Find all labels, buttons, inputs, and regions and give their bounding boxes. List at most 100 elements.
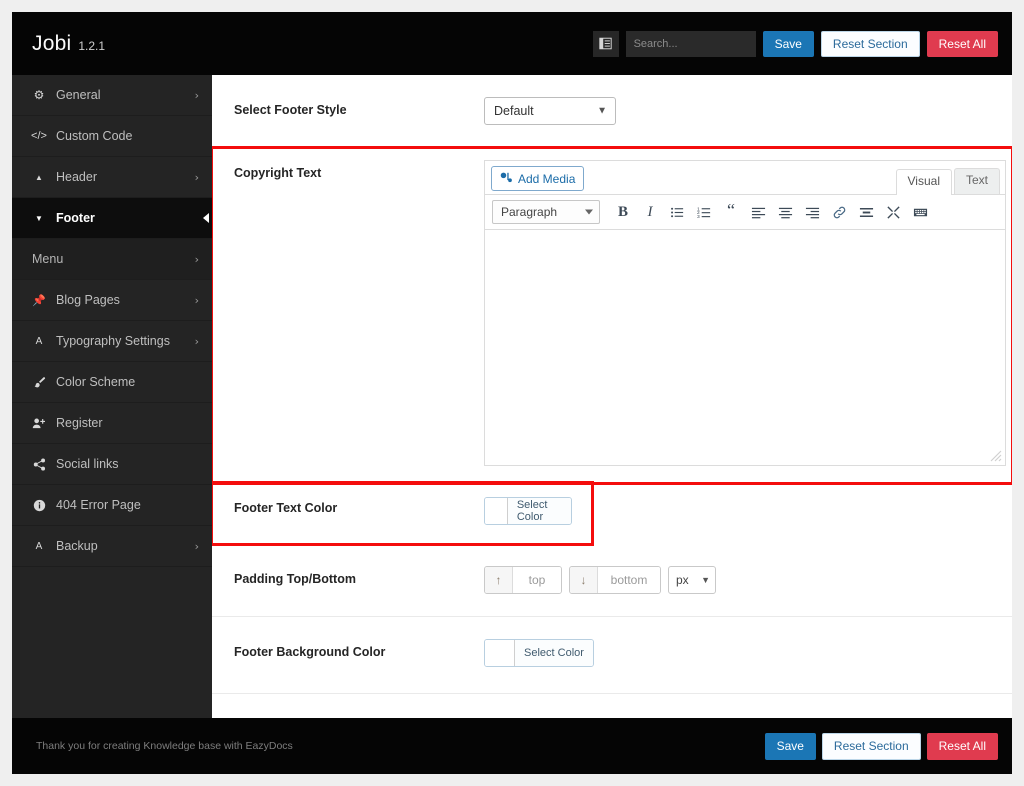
- paragraph-format-wrap: Paragraph: [492, 200, 600, 224]
- search-input[interactable]: [625, 30, 756, 57]
- media-icon: [500, 171, 513, 187]
- collapse-sidebar-icon[interactable]: [592, 30, 619, 57]
- share-icon: [32, 457, 46, 471]
- sidebar-item-label: Footer: [56, 211, 95, 225]
- text-a-icon: A: [35, 335, 43, 347]
- select-color-label: Select Color: [507, 498, 571, 524]
- link-icon[interactable]: [827, 200, 851, 224]
- field-control: ↑ ↓ px ▼: [484, 566, 992, 594]
- pin-icon: 📌: [32, 294, 46, 307]
- sidebar-item-label: Header: [56, 170, 97, 184]
- padding-bottom-input[interactable]: [598, 567, 660, 593]
- sidebar-item-label: Menu: [32, 252, 64, 266]
- field-label: Footer Text Color: [234, 501, 338, 515]
- sidebar-item-label: General: [56, 88, 101, 102]
- color-swatch: [485, 498, 508, 524]
- arrow-down-icon: ↓: [570, 567, 598, 593]
- sidebar-item-label: 404 Error Page: [56, 498, 141, 512]
- sidebar-item-label: Backup: [56, 539, 98, 553]
- reset-all-button[interactable]: Reset All: [926, 30, 998, 57]
- text-a-icon: A: [35, 540, 43, 552]
- field-control: Add Media Visual Text Paragraph B I 1 2 …: [484, 160, 1006, 466]
- resize-grip-icon[interactable]: [990, 450, 1002, 462]
- tab-text[interactable]: Text: [953, 168, 1000, 194]
- fullscreen-icon[interactable]: [881, 200, 905, 224]
- chevron-right-icon: ›: [194, 334, 199, 348]
- padding-top-input[interactable]: [513, 567, 561, 593]
- sidebar-item-label: Blog Pages: [56, 293, 120, 307]
- sidebar-item-label: Color Scheme: [56, 375, 136, 389]
- align-right-icon[interactable]: [800, 200, 824, 224]
- padding-unit-select[interactable]: px: [668, 566, 716, 594]
- sidebar-item-custom-code[interactable]: </> Custom Code: [12, 116, 212, 157]
- panel-header: Jobi 1.2.1 Save Reset Section Res: [12, 12, 1012, 75]
- read-more-icon[interactable]: [854, 200, 878, 224]
- color-swatch: [485, 640, 515, 666]
- panel-body: ⚙ General › </> Custom Code ▲ Header › ▼…: [12, 75, 1012, 718]
- caret-up-icon: ▲: [35, 172, 43, 182]
- field-label: Footer Background Color: [234, 645, 386, 659]
- tab-visual[interactable]: Visual: [895, 169, 952, 195]
- footer-text-color-picker[interactable]: Select Color: [484, 497, 572, 525]
- arrow-up-icon: ↑: [485, 567, 513, 593]
- field-footer-text-color: Footer Text Color Select Color: [212, 481, 594, 546]
- sidebar-item-social-links[interactable]: Social links: [12, 444, 212, 485]
- sidebar-item-header[interactable]: ▲ Header ›: [12, 157, 212, 198]
- align-center-icon[interactable]: [773, 200, 797, 224]
- save-button[interactable]: Save: [762, 30, 814, 57]
- footer-background-color-picker[interactable]: Select Color: [484, 639, 594, 667]
- field-select-footer-style: Select Footer Style Default ▼: [212, 75, 1012, 148]
- bold-icon[interactable]: B: [611, 200, 635, 224]
- chevron-right-icon: ›: [194, 293, 199, 307]
- info-circle-icon: [32, 499, 46, 512]
- field-label: Select Footer Style: [234, 103, 347, 117]
- numbered-list-icon[interactable]: 1 2 3: [692, 200, 716, 224]
- editor-content-area[interactable]: [485, 230, 1005, 465]
- wysiwyg-editor: Add Media Visual Text Paragraph B I 1 2 …: [484, 160, 1006, 466]
- field-control: Default ▼: [484, 97, 992, 125]
- field-label: Copyright Text: [234, 166, 322, 180]
- sidebar-item-label: Custom Code: [56, 129, 133, 143]
- padding-unit-wrap: px ▼: [668, 566, 716, 594]
- active-indicator-icon: [203, 213, 209, 223]
- sidebar-item-404-error-page[interactable]: 404 Error Page: [12, 485, 212, 526]
- footer-style-select[interactable]: Default: [484, 97, 616, 125]
- align-left-icon[interactable]: [746, 200, 770, 224]
- bulleted-list-icon[interactable]: [665, 200, 689, 224]
- sidebar-item-label: Social links: [56, 457, 119, 471]
- footer-save-button[interactable]: Save: [764, 732, 816, 760]
- add-media-button[interactable]: Add Media: [491, 166, 585, 191]
- field-control: Select Color: [484, 497, 572, 529]
- code-icon: </>: [31, 130, 47, 142]
- footer-toolbar: Save Reset Section Reset All: [764, 732, 998, 760]
- field-control: Select Color: [484, 639, 992, 671]
- settings-content: Select Footer Style Default ▼ Copyright …: [212, 75, 1012, 718]
- sidebar-item-footer[interactable]: ▼ Footer: [12, 198, 212, 239]
- padding-input-group: ↑ ↓ px ▼: [484, 566, 992, 594]
- sidebar-item-menu[interactable]: Menu ›: [12, 239, 212, 280]
- blockquote-icon[interactable]: “: [719, 200, 743, 224]
- user-plus-icon: [32, 417, 46, 430]
- sidebar-item-register[interactable]: Register: [12, 403, 212, 444]
- sidebar-item-label: Typography Settings: [56, 334, 170, 348]
- select-color-label: Select Color: [515, 640, 593, 666]
- panel-footer: Thank you for creating Knowledge base wi…: [12, 718, 1012, 774]
- sidebar-filler: [12, 567, 212, 718]
- sidebar-item-backup[interactable]: A Backup ›: [12, 526, 212, 567]
- editor-top-bar: Add Media Visual Text: [485, 161, 1005, 195]
- keyboard-shortcuts-icon[interactable]: [908, 200, 932, 224]
- sidebar-item-blog-pages[interactable]: 📌 Blog Pages ›: [12, 280, 212, 321]
- sidebar-item-color-scheme[interactable]: Color Scheme: [12, 362, 212, 403]
- italic-icon[interactable]: I: [638, 200, 662, 224]
- brand-name: Jobi: [32, 31, 72, 55]
- reset-section-button[interactable]: Reset Section: [820, 30, 920, 57]
- sidebar-item-general[interactable]: ⚙ General ›: [12, 75, 212, 116]
- paragraph-format-select[interactable]: Paragraph: [492, 200, 600, 224]
- sidebar-item-typography-settings[interactable]: A Typography Settings ›: [12, 321, 212, 362]
- chevron-right-icon: ›: [194, 252, 199, 266]
- padding-top-input-wrap: ↑: [484, 566, 562, 594]
- sidebar-item-label: Register: [56, 416, 103, 430]
- field-footer-background-color: Footer Background Color Select Color: [212, 617, 1012, 694]
- footer-reset-section-button[interactable]: Reset Section: [821, 732, 921, 760]
- footer-reset-all-button[interactable]: Reset All: [926, 732, 998, 760]
